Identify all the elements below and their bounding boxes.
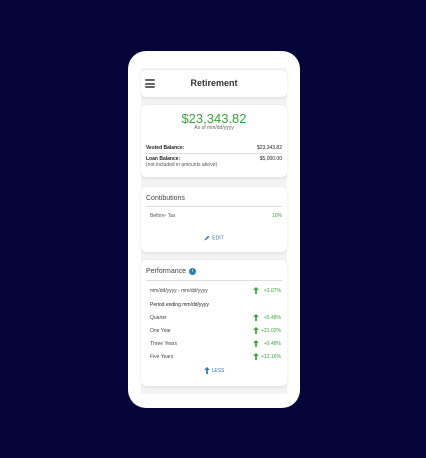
info-icon[interactable]: i	[189, 268, 197, 275]
arrow-up-icon	[253, 314, 259, 321]
arrow-up-icon	[203, 367, 210, 374]
balance-card: $23,343.82 As of mm/dd/yyyy Vested Balan…	[141, 105, 287, 177]
vested-balance-label: Vested Balance:	[146, 145, 185, 151]
pencil-icon	[204, 235, 210, 241]
date-range-row: mm/dd/yyyy - mm/dd/yyyy +3.07%	[150, 287, 281, 294]
performance-card: Performance i mm/dd/yyyy - mm/dd/yyyy +3.…	[141, 260, 287, 386]
contributions-divider	[146, 206, 282, 207]
performance-row-label: Quarter	[150, 315, 167, 321]
loan-balance-note: (not included in amounts above)	[146, 162, 218, 168]
performance-row-label: One Year	[150, 328, 171, 334]
app-screen: Retirement $23,343.82 As of mm/dd/yyyy V…	[141, 68, 287, 394]
performance-row: One Year +21.02%	[150, 327, 281, 334]
page-title: Retirement	[190, 78, 238, 88]
balance-amount: $23,343.82	[181, 111, 247, 126]
performance-divider	[146, 280, 282, 281]
app-header: Retirement	[141, 70, 287, 97]
edit-label: EDIT	[212, 235, 224, 242]
performance-title: Performance	[146, 268, 187, 275]
performance-row-value: +5.48%	[263, 315, 281, 321]
contribution-value: 10%	[271, 213, 282, 219]
performance-row-value: +9.48%	[263, 341, 281, 347]
contributions-card: Contibutions Before- Tax 10% EDIT	[141, 187, 287, 252]
performance-row: Quarter +5.48%	[150, 314, 281, 321]
performance-row-label: Five Years	[150, 354, 174, 360]
balance-as-of: As of mm/dd/yyyy	[194, 125, 234, 131]
less-button[interactable]: LESS	[141, 367, 287, 374]
contribution-label: Before- Tax	[150, 213, 176, 219]
date-range-label: mm/dd/yyyy - mm/dd/yyyy	[150, 288, 208, 294]
date-range-value: +3.07%	[263, 288, 281, 294]
performance-row-value: +12.16%	[261, 354, 281, 360]
performance-row-value: +21.02%	[261, 328, 281, 334]
arrow-up-icon	[253, 327, 259, 334]
contributions-title: Contibutions	[146, 195, 185, 202]
balance-divider	[146, 153, 282, 154]
performance-row: Five Years +12.16%	[150, 353, 281, 360]
period-ending-label: Period ending mm/dd/yyyy	[150, 302, 209, 308]
performance-row: Three Years +9.48%	[150, 340, 281, 347]
performance-header: Performance i	[146, 268, 197, 275]
loan-balance-value: $5,000.00	[259, 156, 282, 162]
vested-balance-row: Vested Balance: $23,343.82	[146, 145, 282, 151]
performance-row-label: Three Years	[150, 341, 177, 347]
arrow-up-icon	[253, 287, 259, 294]
less-label: LESS	[211, 367, 225, 374]
edit-contributions-button[interactable]: EDIT	[141, 235, 287, 241]
vested-balance-value: $23,343.82	[256, 145, 282, 151]
arrow-up-icon	[253, 340, 259, 347]
contribution-row: Before- Tax 10%	[150, 213, 282, 219]
phone-frame: Retirement $23,343.82 As of mm/dd/yyyy V…	[128, 51, 300, 408]
arrow-up-icon	[253, 353, 259, 360]
